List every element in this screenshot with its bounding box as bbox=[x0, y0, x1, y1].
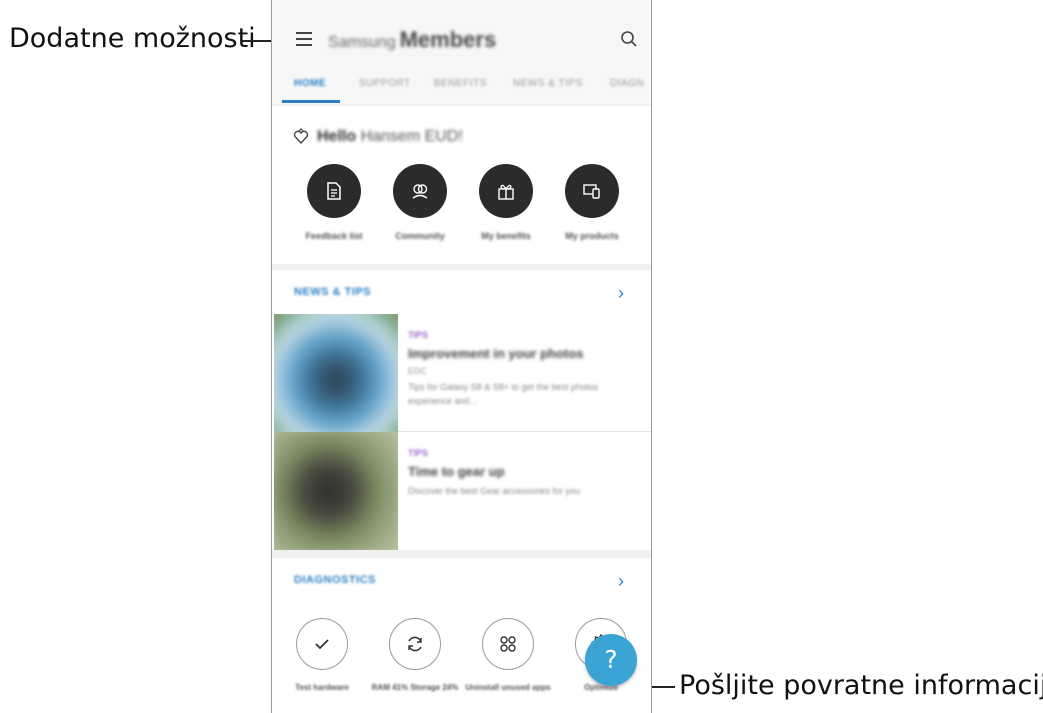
quick-action-circle bbox=[479, 164, 533, 218]
callout-more-options: Dodatne možnosti bbox=[9, 23, 256, 54]
quick-action-circle bbox=[307, 164, 361, 218]
search-icon[interactable] bbox=[620, 30, 638, 48]
tab-support[interactable]: SUPPORT bbox=[359, 78, 411, 89]
tab-home[interactable]: HOME bbox=[294, 78, 326, 89]
document-icon bbox=[327, 182, 341, 200]
quick-action-my-benefits[interactable]: My benefits bbox=[466, 164, 546, 241]
article-title: Improvement in your photos bbox=[408, 346, 584, 361]
greeting-text: Hello Hansem EUD! bbox=[317, 128, 463, 146]
devices-icon bbox=[583, 184, 600, 199]
quick-action-my-products[interactable]: My products bbox=[552, 164, 632, 241]
tab-news-tips[interactable]: NEWS & TIPS bbox=[513, 78, 583, 89]
phone-screen: Samsung Members HOME SUPPORT BENEFITS NEW… bbox=[271, 0, 652, 713]
heart-icon bbox=[292, 128, 310, 151]
diagnostic-test-hardware[interactable]: Test hardware bbox=[278, 618, 366, 693]
diagnostic-uninstall-apps[interactable]: Uninstall unused apps bbox=[464, 618, 552, 693]
news-tips-card: NEWS & TIPS › TIPS Improvement in your p… bbox=[272, 270, 651, 550]
diagnostic-ring bbox=[296, 618, 348, 670]
diagnostic-ring bbox=[482, 618, 534, 670]
chevron-right-icon[interactable]: › bbox=[618, 283, 624, 304]
article-thumbnail bbox=[274, 432, 398, 550]
diagnostics-section-title: DIAGNOSTICS bbox=[294, 574, 376, 586]
refresh-icon bbox=[408, 636, 422, 652]
news-article[interactable]: TIPS Improvement in your photos EDC Tips… bbox=[272, 314, 651, 432]
article-tag: TIPS bbox=[408, 448, 429, 458]
feedback-fab-button[interactable]: ? bbox=[585, 634, 637, 686]
diagnostic-ram-storage[interactable]: RAM 41% Storage 24% bbox=[371, 618, 459, 693]
quick-action-circle bbox=[565, 164, 619, 218]
diagnostic-ring bbox=[389, 618, 441, 670]
quick-action-community[interactable]: Community bbox=[380, 164, 460, 241]
tab-benefits[interactable]: BENEFITS bbox=[434, 78, 487, 89]
article-description: Discover the best Gear accessories for y… bbox=[408, 486, 581, 496]
app-title-prefix: Samsung bbox=[328, 34, 396, 51]
quick-action-circle bbox=[393, 164, 447, 218]
quick-action-label: My benefits bbox=[481, 231, 531, 241]
hello-card: Hello Hansem EUD! Feedback list Communit… bbox=[272, 106, 651, 264]
community-icon bbox=[412, 184, 428, 199]
article-meta: EDC bbox=[408, 366, 428, 376]
diagnostics-card: DIAGNOSTICS › Test hardware RAM 41% Stor… bbox=[272, 558, 651, 713]
active-tab-indicator bbox=[282, 100, 340, 103]
greeting-name: Hansem EUD! bbox=[360, 128, 463, 145]
app-title-text: Members bbox=[399, 27, 497, 52]
article-title: Time to gear up bbox=[408, 464, 505, 479]
article-tag: TIPS bbox=[408, 330, 429, 340]
greeting-hello: Hello bbox=[317, 128, 357, 145]
quick-action-feedback-list[interactable]: Feedback list bbox=[294, 164, 374, 241]
menu-icon[interactable] bbox=[296, 29, 314, 47]
app-bar: Samsung Members HOME SUPPORT BENEFITS NEW… bbox=[272, 0, 651, 104]
article-thumbnail bbox=[274, 314, 398, 432]
callout-send-feedback: Pošljite povratne informacije. bbox=[679, 670, 1043, 701]
news-section-title: NEWS & TIPS bbox=[294, 286, 372, 298]
tab-bar: HOME SUPPORT BENEFITS NEWS & TIPS DIAGN bbox=[272, 68, 651, 104]
quick-action-label: Community bbox=[395, 231, 445, 241]
quick-action-label: Feedback list bbox=[305, 231, 363, 241]
diagnostic-label: Uninstall unused apps bbox=[465, 683, 551, 692]
diagnostic-label: Test hardware bbox=[295, 683, 349, 692]
news-article[interactable]: TIPS Time to gear up Discover the best G… bbox=[272, 432, 651, 550]
diagnostic-label: RAM 41% Storage 24% bbox=[371, 683, 459, 692]
tab-diagnostics[interactable]: DIAGN bbox=[610, 78, 644, 89]
check-icon bbox=[315, 639, 329, 650]
apps-grid-icon bbox=[500, 636, 516, 652]
quick-action-label: My products bbox=[565, 231, 619, 241]
gift-icon bbox=[498, 184, 514, 200]
article-description: Tips for Galaxy S8 & S8+ to get the best… bbox=[408, 382, 599, 406]
chevron-right-icon[interactable]: › bbox=[618, 571, 624, 592]
app-title: Samsung Members bbox=[328, 27, 496, 53]
